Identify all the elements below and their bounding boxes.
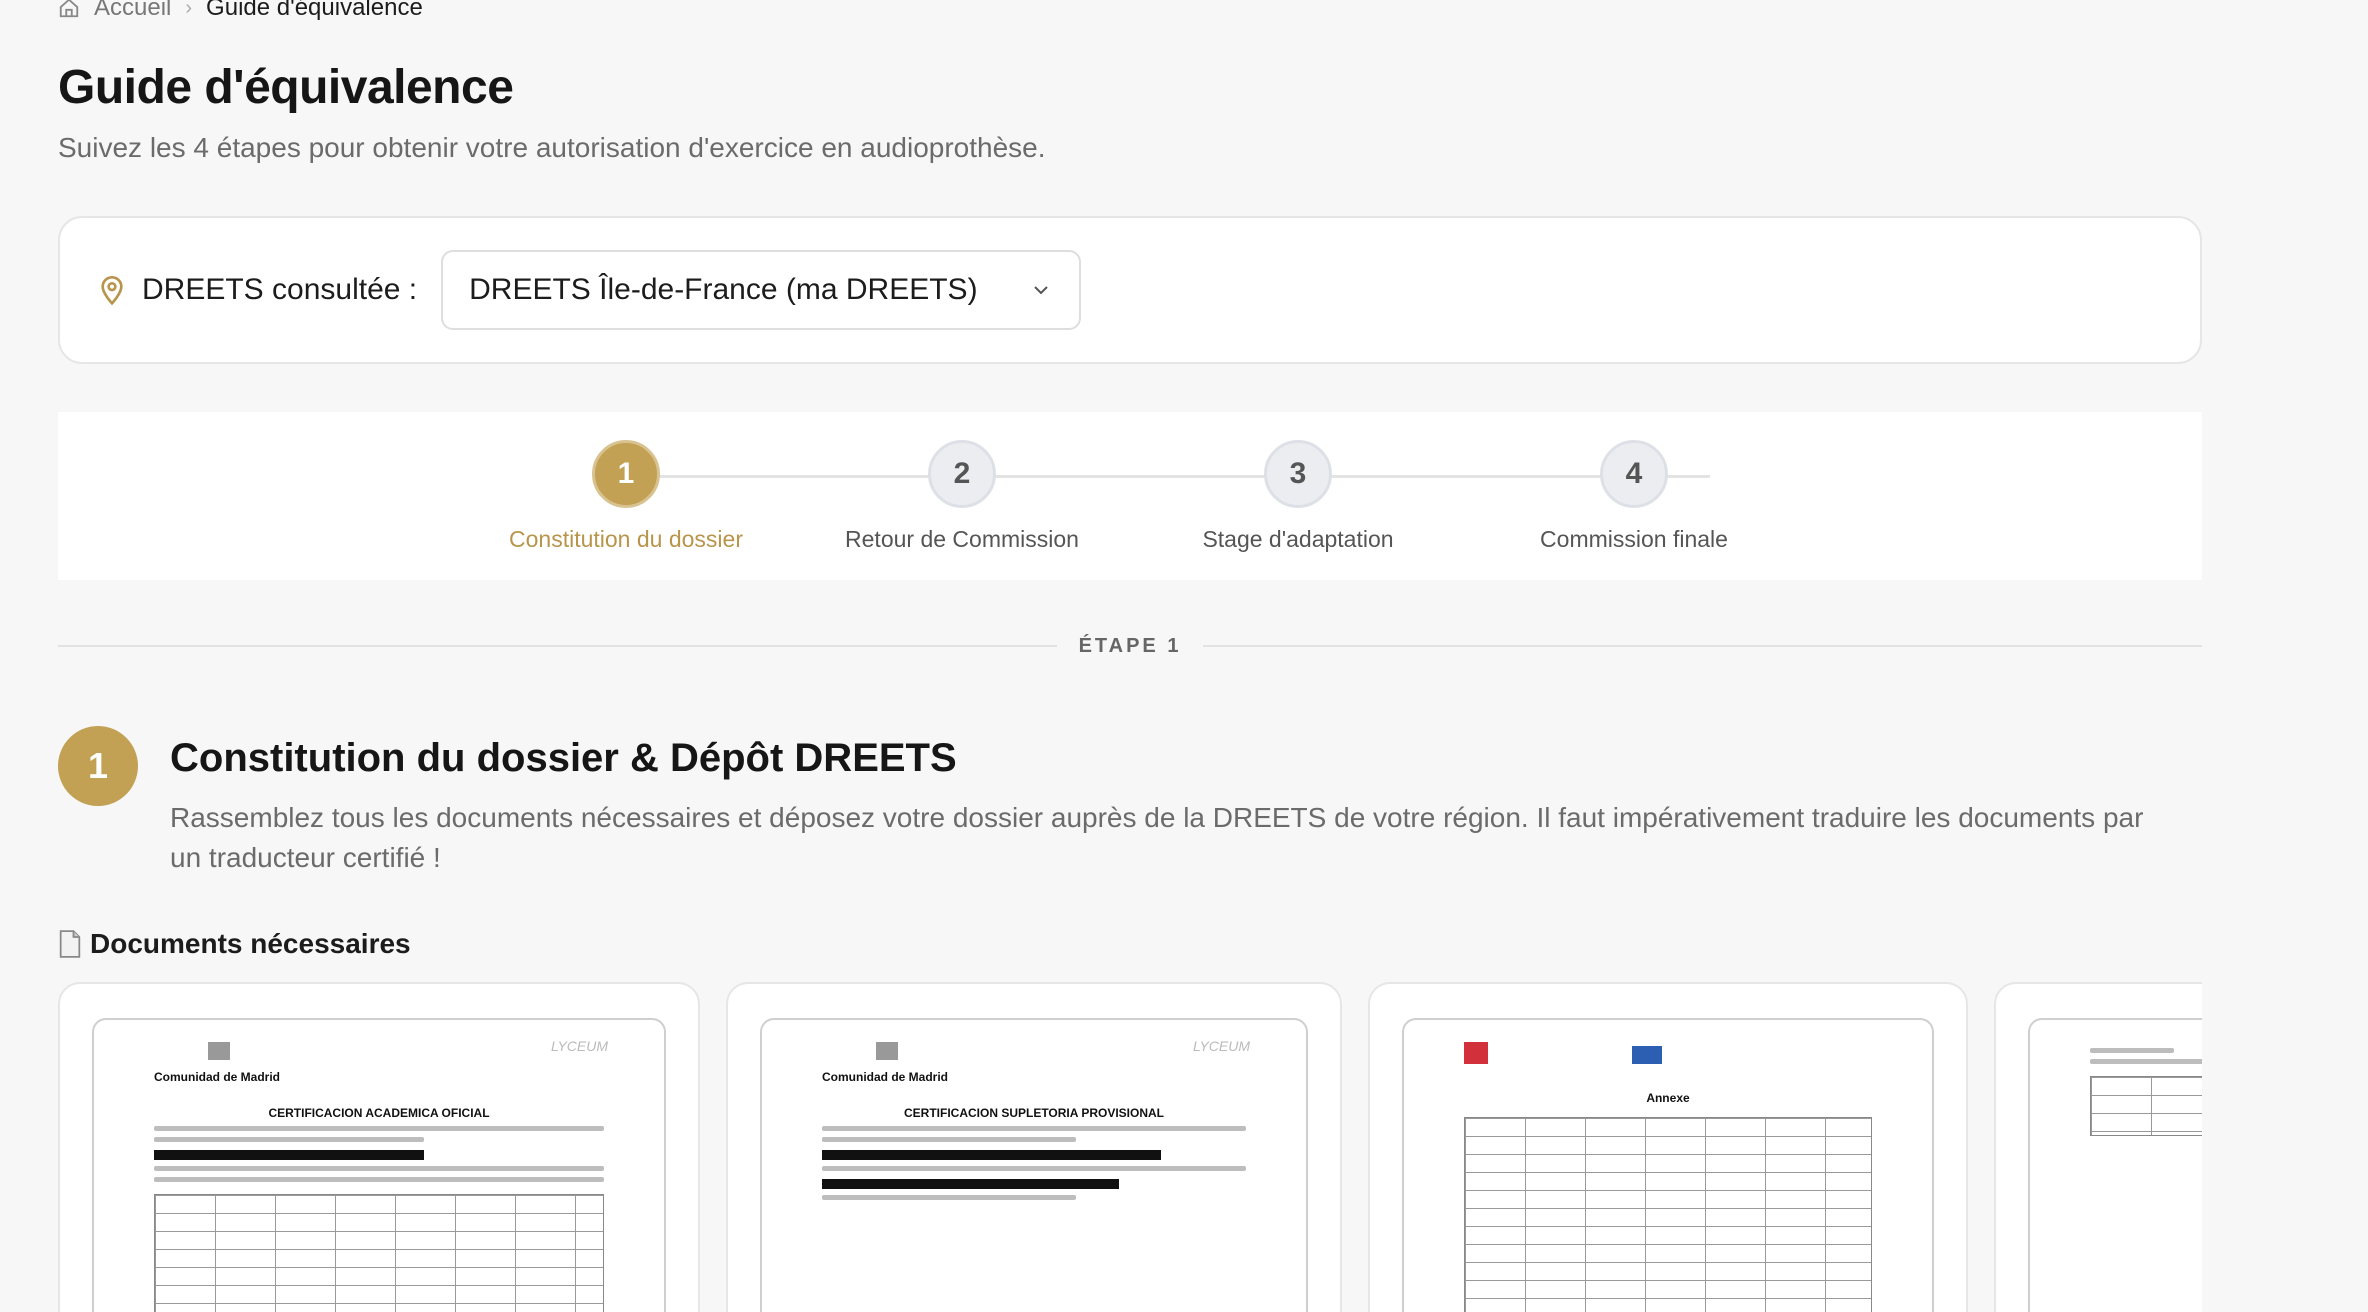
step-1[interactable]: 1 Constitution du dossier bbox=[476, 440, 776, 553]
documents-heading: Documents nécessaires bbox=[58, 928, 411, 960]
chevron-down-icon bbox=[1034, 286, 1048, 295]
documents-carousel: Comunidad de Madrid LYCEUM CERTIFICACION… bbox=[58, 982, 2202, 1312]
section-title: Constitution du dossier & Dépôt DREETS bbox=[170, 736, 957, 780]
step-4[interactable]: 4 Commission finale bbox=[1484, 440, 1784, 553]
page-title: Guide d'équivalence bbox=[58, 61, 514, 114]
document-preview bbox=[2028, 1018, 2202, 1312]
step-divider: ÉTAPE 1 bbox=[58, 628, 2202, 664]
text-line bbox=[822, 1166, 1246, 1171]
page-subtitle: Suivez les 4 étapes pour obtenir votre a… bbox=[58, 132, 1046, 163]
location-pin-icon bbox=[101, 276, 123, 306]
step-number: 1 bbox=[592, 440, 660, 508]
document-icon bbox=[59, 930, 81, 958]
text-line bbox=[154, 1126, 604, 1131]
emblem-icon bbox=[1464, 1042, 1488, 1064]
text-line bbox=[2090, 1048, 2174, 1053]
text-line bbox=[2090, 1059, 2202, 1064]
text-line bbox=[822, 1137, 1077, 1142]
text-line bbox=[822, 1195, 1077, 1200]
text-line bbox=[154, 1177, 604, 1182]
dreets-select[interactable]: DREETS Île-de-France (ma DREETS) bbox=[441, 250, 1082, 330]
document-org: Comunidad de Madrid bbox=[822, 1070, 948, 1084]
divider-rule bbox=[1203, 645, 2202, 647]
table-preview bbox=[1464, 1117, 1872, 1312]
document-card[interactable]: Comunidad de Madrid LYCEUM CERTIFICACION… bbox=[58, 982, 700, 1312]
emblem-icon bbox=[876, 1042, 898, 1060]
document-card[interactable]: Annexe bbox=[1368, 982, 1968, 1312]
document-preview: Comunidad de Madrid LYCEUM CERTIFICACION… bbox=[760, 1018, 1308, 1312]
redaction bbox=[154, 1150, 424, 1160]
redaction bbox=[822, 1179, 1119, 1189]
table-preview bbox=[154, 1194, 604, 1312]
redaction bbox=[822, 1150, 1162, 1160]
progress-stepper: 1 Constitution du dossier 2 Retour de Co… bbox=[58, 412, 2202, 580]
dreets-label: DREETS consultée : bbox=[142, 273, 418, 306]
step-2[interactable]: 2 Retour de Commission bbox=[812, 440, 1112, 553]
step-number: 4 bbox=[1600, 440, 1668, 508]
breadcrumb-home-link[interactable]: Accueil bbox=[94, 0, 171, 22]
breadcrumb: Accueil › Guide d'équivalence bbox=[58, 0, 423, 22]
step-number: 3 bbox=[1264, 440, 1332, 508]
dreets-selected-value: DREETS Île-de-France (ma DREETS) bbox=[469, 273, 978, 306]
documents-heading-text: Documents nécessaires bbox=[90, 928, 411, 959]
table-preview bbox=[2090, 1076, 2202, 1136]
dreets-selector-card: DREETS consultée : DREETS Île-de-France … bbox=[58, 216, 2202, 364]
document-card[interactable] bbox=[1994, 982, 2202, 1312]
step-3[interactable]: 3 Stage d'adaptation bbox=[1148, 440, 1448, 553]
chevron-right-icon: › bbox=[185, 0, 193, 19]
section-number-badge: 1 bbox=[58, 726, 138, 806]
document-title: Annexe bbox=[1646, 1091, 1690, 1105]
step-label: Commission finale bbox=[1540, 526, 1728, 552]
divider-label: ÉTAPE 1 bbox=[1078, 634, 1182, 657]
breadcrumb-current: Guide d'équivalence bbox=[206, 0, 423, 21]
step-label: Retour de Commission bbox=[845, 526, 1079, 552]
document-title: CERTIFICACION SUPLETORIA PROVISIONAL bbox=[903, 1106, 1164, 1120]
document-org: Comunidad de Madrid bbox=[154, 1070, 280, 1084]
document-preview: Annexe bbox=[1402, 1018, 1934, 1312]
document-card[interactable]: Comunidad de Madrid LYCEUM CERTIFICACION… bbox=[726, 982, 1342, 1312]
text-line bbox=[154, 1166, 604, 1171]
emblem-icon bbox=[208, 1042, 230, 1060]
text-line bbox=[154, 1137, 424, 1142]
text-line bbox=[822, 1126, 1246, 1131]
document-logo: LYCEUM bbox=[550, 1038, 608, 1054]
document-preview: Comunidad de Madrid LYCEUM CERTIFICACION… bbox=[92, 1018, 666, 1312]
section-description: Rassemblez tous les documents nécessaire… bbox=[170, 802, 2144, 873]
step-label: Constitution du dossier bbox=[509, 526, 743, 552]
home-icon bbox=[59, 0, 79, 18]
document-logo: LYCEUM bbox=[1192, 1038, 1250, 1054]
divider-rule bbox=[58, 645, 1057, 647]
step-number: 2 bbox=[928, 440, 996, 508]
step-label: Stage d'adaptation bbox=[1202, 526, 1394, 552]
eu-flag-icon bbox=[1632, 1046, 1663, 1064]
document-title: CERTIFICACION ACADEMICA OFICIAL bbox=[268, 1106, 490, 1120]
